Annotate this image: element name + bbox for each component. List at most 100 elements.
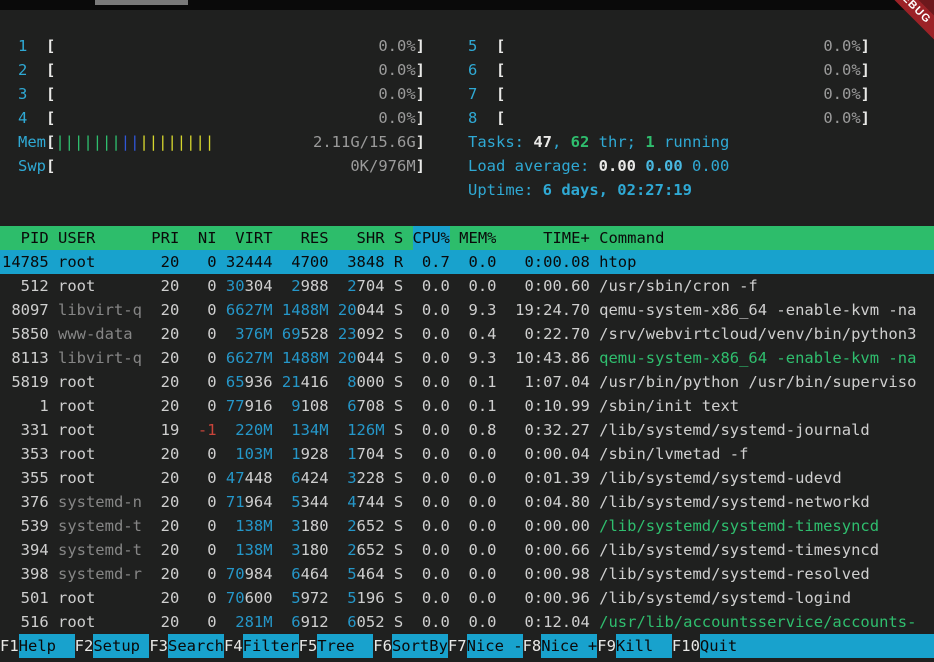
process-row-516[interactable]: 516root200281M69126052S0.00.00:12.04/usr… <box>0 610 934 634</box>
cell-res-hi: 9 <box>291 397 300 415</box>
fnkey-f9[interactable]: F9 <box>597 634 616 658</box>
cell-time: 0:01.39 <box>506 466 590 490</box>
load-15min: 0.00 <box>692 157 729 175</box>
header-cell-s[interactable]: S <box>394 226 403 250</box>
cell-state: S <box>394 610 403 634</box>
header-cell-command[interactable]: Command <box>599 226 934 250</box>
fnlabel-setup[interactable]: Setup <box>93 634 149 658</box>
process-row-5819[interactable]: 5819root20065936214168000S0.00.11:07.04/… <box>0 370 934 394</box>
cell-res-hi: 5 <box>291 493 300 511</box>
process-row-5850[interactable]: 5850www-data200376M6952823092S0.00.40:22… <box>0 322 934 346</box>
header-cell-user[interactable]: USER <box>58 226 142 250</box>
mem-bar-pipe-green: | <box>65 133 74 151</box>
cell-ni: 0 <box>189 394 217 418</box>
cell-cpu: 0.0 <box>413 490 450 514</box>
uptime-value: 6 days, 02:27:19 <box>543 181 692 199</box>
process-row-8097[interactable]: 8097libvirt-q2006627M1488M20044S0.09.319… <box>0 298 934 322</box>
cell-res: 6912 <box>282 610 329 634</box>
cell-mem: 0.0 <box>459 514 496 538</box>
cell-cpu: 0.0 <box>413 274 450 298</box>
fnlabel-help[interactable]: Help <box>19 634 75 658</box>
cpu-meter-fill <box>55 34 378 58</box>
cell-mem: 0.1 <box>459 394 496 418</box>
tasks-separator: , <box>552 133 571 151</box>
cell-user: root <box>58 466 142 490</box>
cell-command: /sbin/lvmetad -f <box>599 442 934 466</box>
header-cell-mem[interactable]: MEM% <box>459 226 496 250</box>
header-cell-ni[interactable]: NI <box>189 226 217 250</box>
fnlabel-nice[interactable]: Nice - <box>467 634 523 658</box>
cpu-meter-bracket-open: [ <box>46 106 55 130</box>
fnkey-f6[interactable]: F6 <box>373 634 392 658</box>
header-cell-res[interactable]: RES <box>282 226 329 250</box>
fnkey-f7[interactable]: F7 <box>448 634 467 658</box>
fnlabel-nice[interactable]: Nice + <box>541 634 597 658</box>
process-row-501[interactable]: 501root2007060059725196S0.00.00:00.96/li… <box>0 586 934 610</box>
header-cell-time[interactable]: TIME+ <box>506 226 590 250</box>
cell-state: S <box>394 346 403 370</box>
cell-res-hi: 21 <box>282 373 301 391</box>
fnkey-f10[interactable]: F10 <box>672 634 700 658</box>
process-row-8113[interactable]: 8113libvirt-q2006627M1488M20044S0.09.310… <box>0 346 934 370</box>
cell-command: /lib/systemd/systemd-udevd <box>599 466 934 490</box>
header-cell-pid[interactable]: PID <box>2 226 49 250</box>
process-row-539[interactable]: 539systemd-t200138M31802652S0.00.00:00.0… <box>0 514 934 538</box>
tasks-count: 47 <box>533 133 552 151</box>
fnkey-f2[interactable]: F2 <box>75 634 94 658</box>
cell-shr-lo: 652 <box>357 517 385 535</box>
header-cell-virt[interactable]: VIRT <box>226 226 273 250</box>
cpu-meter-bracket-close: ] <box>861 82 870 106</box>
cell-res-hi: 4 <box>291 253 300 271</box>
fnkey-f4[interactable]: F4 <box>224 634 243 658</box>
process-row-398[interactable]: 398systemd-r2007098464645464S0.00.00:00.… <box>0 562 934 586</box>
header-cell-pri[interactable]: PRI <box>151 226 179 250</box>
fnlabel-sortby[interactable]: SortBy <box>392 634 448 658</box>
cell-shr: 6052 <box>338 610 385 634</box>
swap-meter: Swp[0K/976M] <box>18 154 425 178</box>
cell-command: /usr/bin/python /usr/bin/superviso <box>599 370 934 394</box>
process-row-1[interactable]: 1root2007791691086708S0.00.10:10.99/sbin… <box>0 394 934 418</box>
fnkey-f5[interactable]: F5 <box>299 634 318 658</box>
debug-ribbon: DEBUG <box>886 0 934 48</box>
cell-virt: 376M <box>226 322 273 346</box>
fnkey-f1[interactable]: F1 <box>0 634 19 658</box>
cell-ni: -1 <box>189 418 217 442</box>
cell-res: 6464 <box>282 562 329 586</box>
cell-state: S <box>394 562 403 586</box>
process-row-353[interactable]: 353root200103M19281704S0.00.00:00.04/sbi… <box>0 442 934 466</box>
cell-pri: 20 <box>151 514 179 538</box>
fnlabel-quit[interactable]: Quit <box>700 634 934 658</box>
header-cell-shr[interactable]: SHR <box>338 226 385 250</box>
cell-time: 0:10.99 <box>506 394 590 418</box>
header-cell-cpu[interactable]: CPU% <box>413 226 450 250</box>
window-tab[interactable] <box>95 0 188 5</box>
fnkey-f3[interactable]: F3 <box>149 634 168 658</box>
process-row-14785[interactable]: 14785root2003244447003848R0.70.00:00.08h… <box>0 250 934 274</box>
cpu-meter-value: 0.0% <box>823 82 860 106</box>
cell-mem: 0.0 <box>459 274 496 298</box>
fnlabel-search[interactable]: Search <box>168 634 224 658</box>
cell-res-lo: 928 <box>301 445 329 463</box>
fnkey-f8[interactable]: F8 <box>523 634 542 658</box>
cell-time: 0:04.80 <box>506 490 590 514</box>
cpu-meters-left: 1[0.0%]2[0.0%]3[0.0%]4[0.0%] <box>18 34 425 130</box>
cell-command: /srv/webvirtcloud/venv/bin/python3 <box>599 322 934 346</box>
fnlabel-kill[interactable]: Kill <box>616 634 672 658</box>
fnlabel-filter[interactable]: Filter <box>243 634 299 658</box>
cell-pid: 8097 <box>2 298 49 322</box>
cell-shr-hi: 6 <box>347 397 356 415</box>
process-row-331[interactable]: 331root19-1220M134M126MS0.00.80:32.27/li… <box>0 418 934 442</box>
cell-res-value: 134M <box>291 421 328 439</box>
cell-state: S <box>394 370 403 394</box>
process-row-512[interactable]: 512root2003030429882704S0.00.00:00.60/us… <box>0 274 934 298</box>
cpu-meter-fill <box>505 58 823 82</box>
process-row-355[interactable]: 355root2004744864243228S0.00.00:01.39/li… <box>0 466 934 490</box>
cell-time: 0:00.04 <box>506 442 590 466</box>
cell-mem: 0.0 <box>459 610 496 634</box>
process-row-394[interactable]: 394systemd-t200138M31802652S0.00.00:00.6… <box>0 538 934 562</box>
cell-virt-hi: 70 <box>226 589 245 607</box>
fnlabel-tree[interactable]: Tree <box>317 634 373 658</box>
cpu-meter-2: 2[0.0%] <box>18 58 425 82</box>
mem-label: Mem <box>18 130 46 154</box>
process-row-376[interactable]: 376systemd-n2007196453444744S0.00.00:04.… <box>0 490 934 514</box>
